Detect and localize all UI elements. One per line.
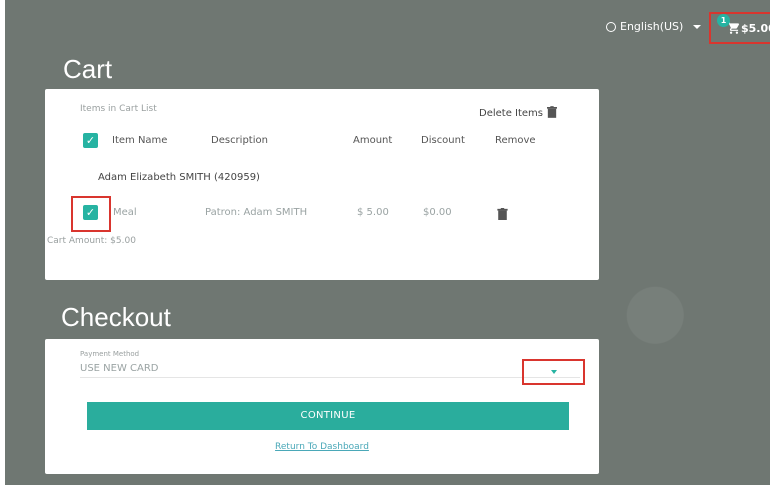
checkout-panel: Payment Method USE NEW CARD CONTINUE Ret…	[45, 339, 599, 474]
payment-method-value[interactable]: USE NEW CARD	[80, 363, 159, 374]
column-header-discount: Discount	[421, 135, 465, 146]
cart-list-caption: Items in Cart List	[80, 104, 157, 114]
item-amount: $ 5.00	[357, 207, 389, 218]
trash-icon	[547, 106, 558, 121]
chevron-down-icon	[693, 24, 702, 29]
select-all-checkbox[interactable]: ✓	[83, 133, 98, 148]
cart-title: Cart	[63, 54, 113, 84]
cart-amount: Cart Amount: $5.00	[47, 236, 136, 246]
select-underline	[80, 377, 580, 378]
continue-button[interactable]: CONTINUE	[87, 402, 569, 430]
return-to-dashboard-link[interactable]: Return To Dashboard	[45, 442, 599, 452]
item-description: Patron: Adam SMITH	[205, 207, 308, 218]
cart-panel: Items in Cart List Delete Items ✓ Item N…	[45, 89, 599, 280]
item-name: Meal	[113, 207, 137, 218]
item-checkbox[interactable]: ✓	[83, 205, 98, 220]
payment-method-label: Payment Method	[80, 350, 140, 358]
patron-group-label: Adam Elizabeth SMITH (420959)	[98, 172, 260, 183]
column-header-description: Description	[211, 135, 268, 146]
globe-icon	[606, 21, 616, 32]
cart-count-badge: 1	[717, 14, 730, 27]
item-discount: $0.00	[423, 207, 452, 218]
cart-button[interactable]: 1 $5.00	[709, 12, 770, 44]
chevron-down-icon	[550, 370, 557, 374]
language-label: English(US)	[620, 20, 684, 33]
column-header-item-name: Item Name	[112, 135, 168, 146]
payment-method-dropdown[interactable]	[522, 359, 585, 385]
column-header-remove: Remove	[495, 135, 536, 146]
checkout-title: Checkout	[61, 302, 171, 332]
language-selector[interactable]: English(US)	[606, 20, 702, 33]
remove-item-trash-icon[interactable]	[497, 205, 508, 224]
delete-items-label: Delete Items	[479, 108, 544, 119]
delete-items-button[interactable]: Delete Items	[479, 106, 558, 121]
cart-total: $5.00	[741, 21, 770, 35]
column-header-amount: Amount	[353, 135, 393, 146]
app-background: English(US) 1 $5.00 Cart Items in Cart L…	[5, 0, 770, 485]
